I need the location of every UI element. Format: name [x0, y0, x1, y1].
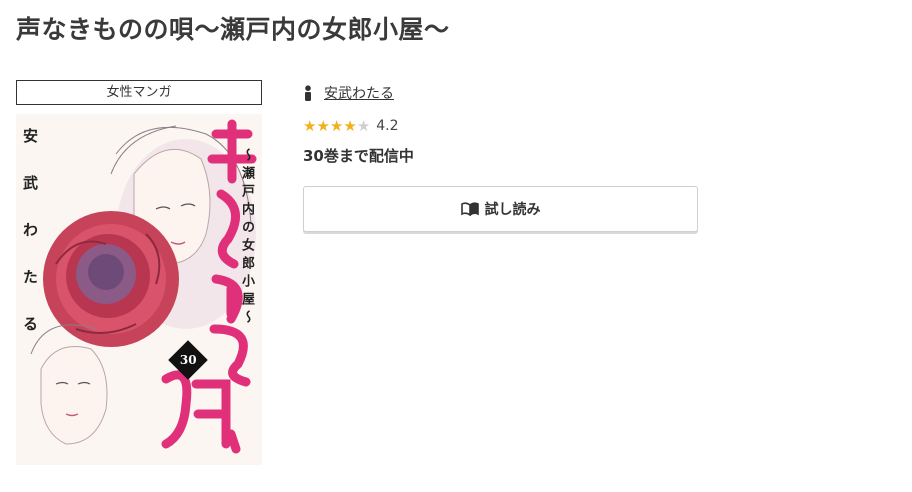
- page-title: 声なきものの唄〜瀬戸内の女郎小屋〜: [16, 15, 450, 44]
- star-icon: ★: [303, 117, 317, 135]
- book-cover-image[interactable]: 安武わたる 〜瀬戸内の女郎小屋〜 30: [16, 114, 262, 465]
- cover-author-text: 安武わたる: [21, 128, 39, 363]
- cover-artwork: [16, 114, 262, 465]
- rating-row: ★ ★ ★ ★ ★ 4.2: [303, 117, 703, 135]
- trial-read-button[interactable]: 試し読み: [303, 186, 698, 232]
- book-info: 安武わたる ★ ★ ★ ★ ★ 4.2 30巻まで配信中 試し読み: [303, 80, 703, 232]
- availability-status: 30巻まで配信中: [303, 147, 414, 165]
- cover-volume-number: 30: [179, 352, 197, 367]
- flower-illustration: [43, 211, 179, 347]
- star-icon: ★: [356, 117, 371, 135]
- genre-badge[interactable]: 女性マンガ: [16, 80, 262, 105]
- star-icon: ★: [343, 117, 357, 135]
- person-icon: [305, 85, 311, 101]
- author-row: 安武わたる: [303, 80, 703, 106]
- star-icon: ★: [329, 117, 344, 135]
- cover-column: 女性マンガ 安武わたる 〜瀬戸内の女郎小屋〜 30: [16, 80, 262, 465]
- open-book-icon: [460, 202, 479, 216]
- star-icon: ★: [316, 117, 330, 135]
- cover-subtitle-text: 〜瀬戸内の女郎小屋〜: [239, 148, 254, 328]
- rating-value: 4.2: [376, 118, 399, 134]
- trial-read-label: 試し読み: [484, 202, 541, 218]
- author-link[interactable]: 安武わたる: [324, 83, 394, 103]
